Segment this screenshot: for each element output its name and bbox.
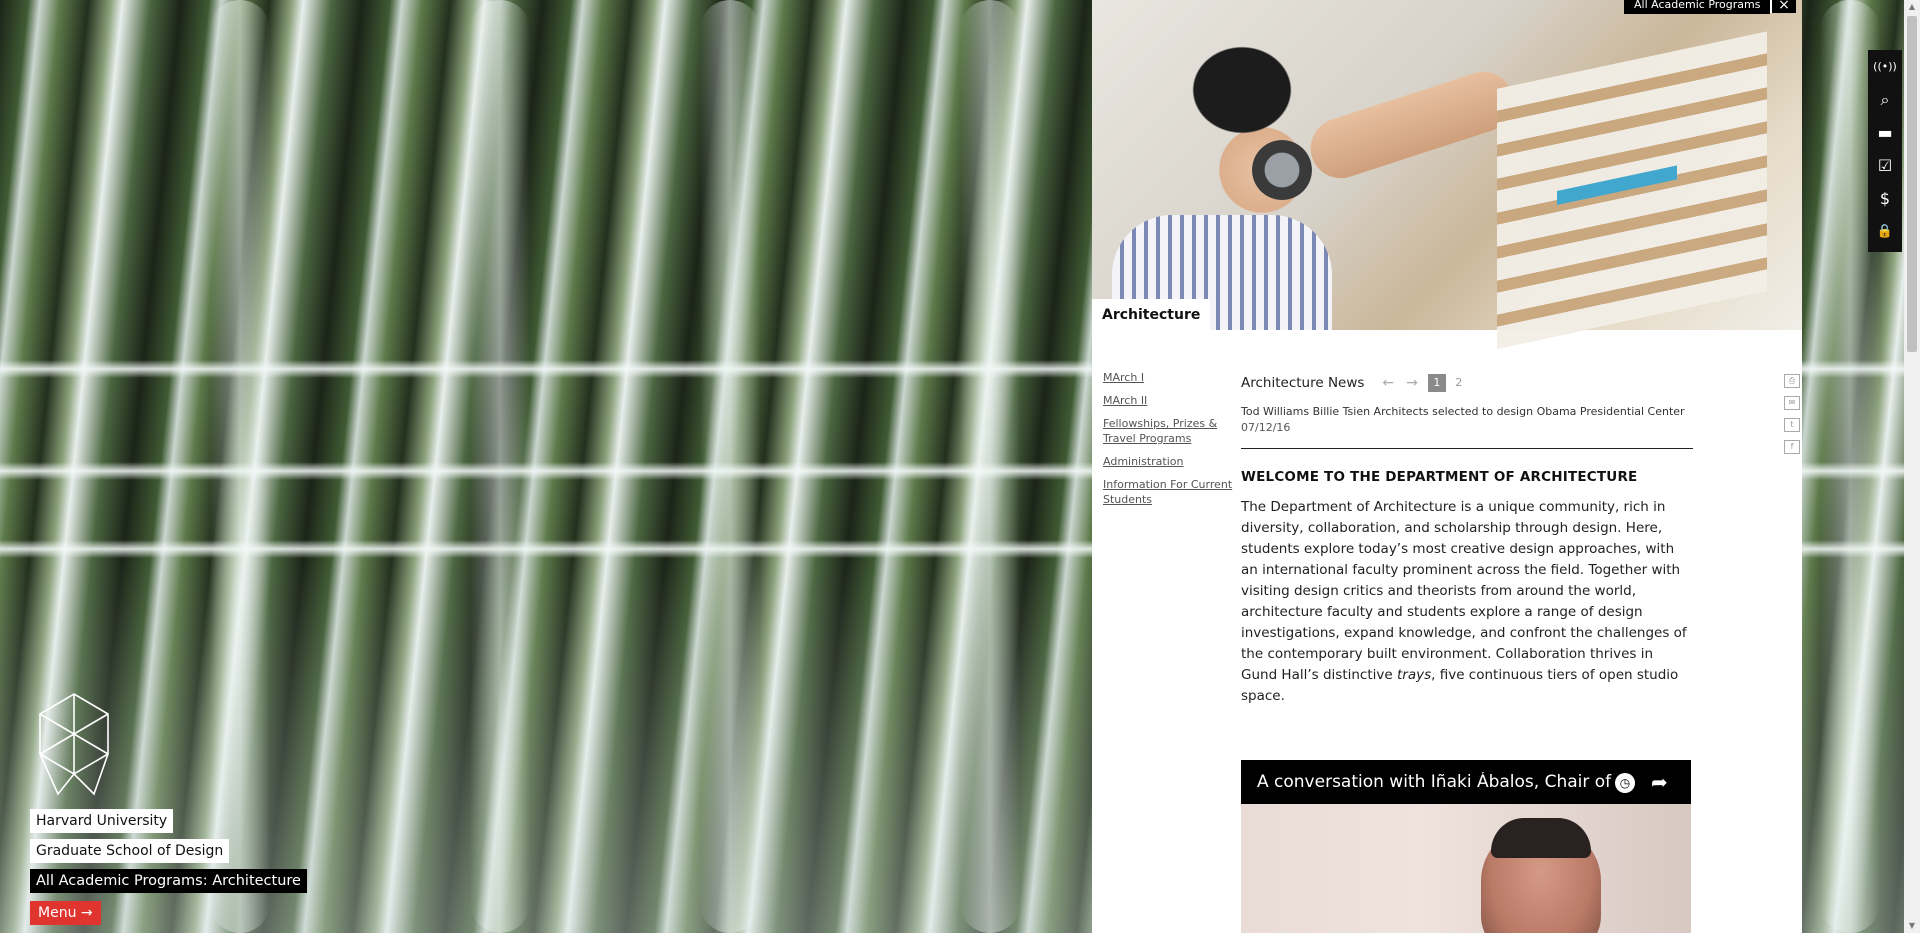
subnav-item-administration[interactable]: Administration (1103, 454, 1238, 469)
university-label[interactable]: Harvard University (30, 809, 174, 833)
subnav-item-fellowships[interactable]: Fellowships, Prizes & Travel Programs (1103, 416, 1238, 446)
arrow-left-icon[interactable]: ← (1382, 375, 1394, 391)
watch-later-clock-icon[interactable]: ◷ (1615, 773, 1635, 793)
section-title: Architecture (1092, 299, 1211, 333)
arrow-right-icon[interactable]: → (1406, 375, 1418, 391)
donate-hand-icon[interactable]: $ (1868, 182, 1902, 215)
news-item-date: 07/12/16 (1241, 421, 1291, 434)
pager-page-2[interactable]: 2 (1450, 374, 1468, 392)
divider (1241, 448, 1693, 449)
facebook-icon[interactable]: f (1784, 440, 1800, 454)
print-icon[interactable]: ⎙ (1784, 374, 1800, 388)
news-item-title[interactable]: Tod Williams Billie Tsien Architects sel… (1241, 403, 1693, 420)
branding-stack: Harvard University Graduate School of De… (30, 809, 307, 931)
search-icon[interactable]: ⌕ (1868, 83, 1902, 116)
welcome-text-part-1: The Department of Architecture is a uniq… (1241, 499, 1687, 683)
program-subnav: MArch I MArch II Fellowships, Prizes & T… (1103, 370, 1238, 515)
subnav-item-march-ii[interactable]: MArch II (1103, 393, 1238, 408)
scroll-thumb[interactable] (1907, 16, 1917, 352)
welcome-text-emphasis: trays (1396, 667, 1432, 683)
share-tools: ⎙ ✉ t f (1780, 374, 1802, 462)
menu-button[interactable]: Menu → (30, 901, 101, 925)
video-player[interactable]: A conversation with Iñaki Ábalos, Chair … (1241, 760, 1691, 933)
utility-toolbar: ((•)) ⌕ ▬ ☑ $ 🔒 (1868, 50, 1902, 252)
subnav-item-current-students[interactable]: Information For Current Students (1103, 477, 1238, 507)
chat-icon[interactable]: ▬ (1868, 116, 1902, 149)
email-icon[interactable]: ✉ (1784, 396, 1800, 410)
school-label[interactable]: Graduate School of Design (30, 839, 230, 863)
lock-icon[interactable]: 🔒 (1868, 215, 1902, 248)
scroll-up-icon[interactable]: ▲ (1904, 0, 1920, 14)
subnav-item-march-i[interactable]: MArch I (1103, 370, 1238, 385)
main-content: Architecture News ← → 1 2 Tod Williams B… (1241, 374, 1693, 721)
program-panel: All Academic Programs × Architecture MAr… (1092, 0, 1802, 933)
twitter-icon[interactable]: t (1784, 418, 1800, 432)
share-icon[interactable]: ➦ (1651, 770, 1668, 794)
news-pager: ← → 1 2 (1376, 374, 1467, 392)
hero-photo-student-model (1092, 0, 1802, 349)
pager-page-1[interactable]: 1 (1427, 374, 1446, 392)
checkbox-icon[interactable]: ☑ (1868, 149, 1902, 182)
broadcast-icon[interactable]: ((•)) (1868, 50, 1902, 83)
welcome-paragraph: The Department of Architecture is a uniq… (1241, 497, 1693, 707)
gsd-logo (39, 693, 109, 796)
video-thumbnail[interactable] (1241, 804, 1691, 933)
news-header: Architecture News ← → 1 2 (1241, 374, 1693, 392)
scroll-down-icon[interactable]: ▼ (1904, 919, 1920, 933)
news-title: Architecture News (1241, 375, 1365, 391)
all-programs-chip[interactable]: All Academic Programs (1624, 0, 1771, 14)
program-breadcrumb[interactable]: All Academic Programs: Architecture (30, 869, 307, 893)
page-scrollbar[interactable]: ▲ ▼ (1904, 0, 1920, 933)
welcome-heading: WELCOME TO THE DEPARTMENT OF ARCHITECTUR… (1241, 469, 1638, 485)
close-icon[interactable]: × (1770, 0, 1796, 13)
video-title[interactable]: A conversation with Iñaki Ábalos, Chair … (1257, 772, 1617, 792)
